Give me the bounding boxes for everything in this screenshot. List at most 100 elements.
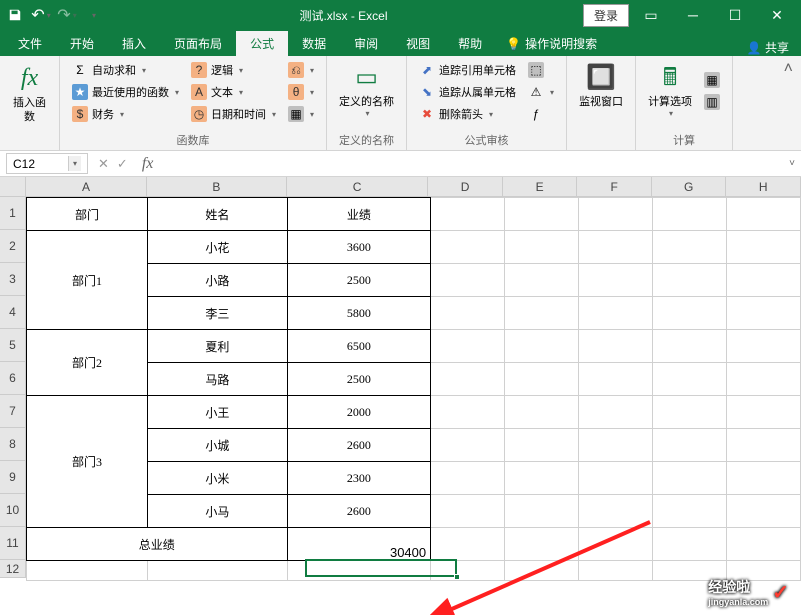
recent-fn-button[interactable]: ★最近使用的函数▾ [66, 82, 185, 102]
math-button[interactable]: θ▾ [282, 82, 320, 102]
cell[interactable] [579, 429, 653, 462]
column-headers[interactable]: ABCDEFGH [26, 177, 801, 197]
tab-data[interactable]: 数据 [288, 31, 340, 56]
cell[interactable] [287, 561, 431, 581]
row-header-5[interactable]: 5 [0, 329, 26, 362]
tab-review[interactable]: 审阅 [340, 31, 392, 56]
row-header-2[interactable]: 2 [0, 230, 26, 263]
cell[interactable] [431, 198, 505, 231]
cell[interactable]: 夏利 [148, 330, 288, 363]
col-header-D[interactable]: D [428, 177, 503, 196]
watch-window-button[interactable]: 🔲 监视窗口 [573, 60, 629, 111]
cell[interactable] [727, 396, 801, 429]
cell[interactable]: 2600 [287, 429, 431, 462]
cell[interactable] [727, 429, 801, 462]
financial-button[interactable]: $财务▾ [66, 104, 185, 124]
select-all-corner[interactable] [0, 177, 26, 197]
insert-function-button[interactable]: fx 插入函数 [6, 60, 53, 127]
cell[interactable] [579, 462, 653, 495]
row-header-9[interactable]: 9 [0, 461, 26, 494]
cell[interactable] [653, 396, 727, 429]
cell[interactable]: 2300 [287, 462, 431, 495]
worksheet[interactable]: ABCDEFGH 123456789101112 部门姓名业绩部门1小花3600… [0, 177, 801, 615]
cell[interactable]: 部门1 [27, 231, 148, 330]
cell[interactable] [431, 231, 505, 264]
tab-insert[interactable]: 插入 [108, 31, 160, 56]
cell[interactable] [505, 561, 579, 581]
cell[interactable]: 2500 [287, 264, 431, 297]
close-button[interactable]: ✕ [757, 1, 797, 29]
calc-now-button[interactable]: ▦ [698, 70, 726, 90]
row-header-12[interactable]: 12 [0, 560, 26, 578]
cell[interactable] [653, 528, 727, 561]
login-button[interactable]: 登录 [583, 4, 629, 27]
cell[interactable] [579, 264, 653, 297]
row-header-1[interactable]: 1 [0, 197, 26, 230]
error-check-button[interactable]: ⚠▾ [522, 82, 560, 102]
row-header-8[interactable]: 8 [0, 428, 26, 461]
calc-options-button[interactable]: 🖩 计算选项 ▾ [642, 60, 698, 122]
cell[interactable] [505, 528, 579, 561]
cell[interactable] [431, 462, 505, 495]
name-box[interactable]: C12 ▾ [6, 153, 88, 174]
cell[interactable]: 3600 [287, 231, 431, 264]
remove-arrows-button[interactable]: ✖删除箭头▾ [413, 104, 522, 124]
cell[interactable]: 小花 [148, 231, 288, 264]
row-header-3[interactable]: 3 [0, 263, 26, 296]
cell[interactable] [653, 231, 727, 264]
maximize-button[interactable]: ☐ [715, 1, 755, 29]
cell[interactable]: 小王 [148, 396, 288, 429]
expand-formula-bar-icon[interactable]: ˅ [783, 158, 801, 169]
trace-dependents-button[interactable]: ⬊追踪从属单元格 [413, 82, 522, 102]
tab-formulas[interactable]: 公式 [236, 31, 288, 56]
cell[interactable] [579, 330, 653, 363]
tab-view[interactable]: 视图 [392, 31, 444, 56]
cell[interactable] [579, 198, 653, 231]
cell[interactable] [579, 363, 653, 396]
cell[interactable] [431, 264, 505, 297]
cell[interactable] [505, 264, 579, 297]
col-header-C[interactable]: C [287, 177, 429, 196]
cell[interactable] [727, 198, 801, 231]
cell[interactable] [653, 297, 727, 330]
trace-precedents-button[interactable]: ⬈追踪引用单元格 [413, 60, 522, 80]
cell[interactable] [653, 330, 727, 363]
tab-home[interactable]: 开始 [56, 31, 108, 56]
cell[interactable] [727, 528, 801, 561]
cell[interactable] [727, 264, 801, 297]
cell[interactable]: 部门2 [27, 330, 148, 396]
datetime-button[interactable]: ◷日期和时间▾ [185, 104, 282, 124]
cells-area[interactable]: 部门姓名业绩部门1小花3600小路2500李三5800部门2夏利6500马路25… [26, 197, 801, 581]
autosum-button[interactable]: Σ自动求和▾ [66, 60, 185, 80]
col-header-E[interactable]: E [503, 177, 578, 196]
chevron-down-icon[interactable]: ▾ [68, 156, 81, 171]
cell[interactable] [431, 429, 505, 462]
row-header-4[interactable]: 4 [0, 296, 26, 329]
col-header-G[interactable]: G [652, 177, 727, 196]
cell-total[interactable]: 30400 [287, 528, 431, 561]
cell[interactable]: 5800 [287, 297, 431, 330]
row-header-6[interactable]: 6 [0, 362, 26, 395]
col-header-B[interactable]: B [147, 177, 287, 196]
cancel-formula-icon[interactable]: ✕ [98, 156, 109, 172]
save-icon[interactable] [4, 4, 26, 26]
cell[interactable] [653, 363, 727, 396]
cell[interactable] [505, 429, 579, 462]
cell[interactable] [505, 231, 579, 264]
tab-layout[interactable]: 页面布局 [160, 31, 236, 56]
cell[interactable] [727, 297, 801, 330]
cell[interactable]: 部门3 [27, 396, 148, 528]
tab-file[interactable]: 文件 [4, 31, 56, 56]
row-header-11[interactable]: 11 [0, 527, 26, 560]
cell[interactable] [505, 462, 579, 495]
cell[interactable] [27, 561, 148, 581]
cell[interactable] [505, 396, 579, 429]
cell[interactable] [579, 495, 653, 528]
cell[interactable]: 小米 [148, 462, 288, 495]
cell[interactable]: 小路 [148, 264, 288, 297]
col-header-F[interactable]: F [577, 177, 652, 196]
cell[interactable] [148, 561, 288, 581]
cell[interactable] [505, 198, 579, 231]
cell[interactable]: 6500 [287, 330, 431, 363]
ribbon-options-icon[interactable]: ▭ [631, 1, 671, 29]
